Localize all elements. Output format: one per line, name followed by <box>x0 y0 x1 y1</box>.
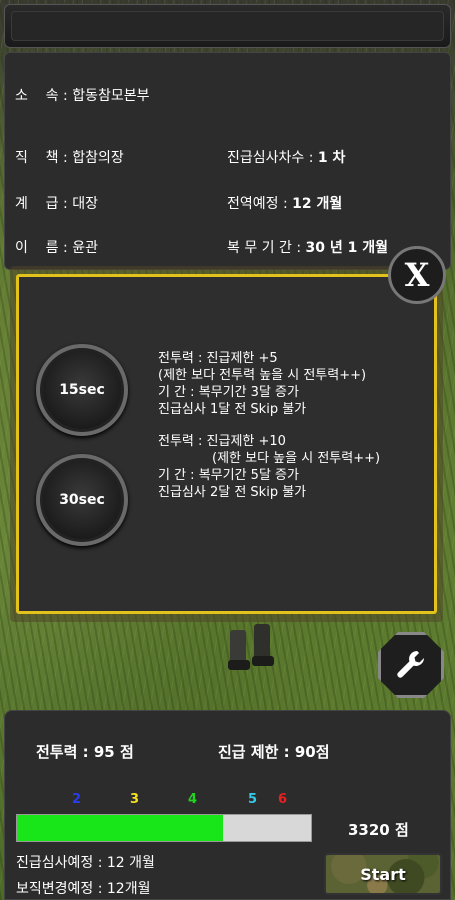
rank-row: 계 급 : 대장 <box>15 193 98 213</box>
position-row: 직 책 : 합참의장 <box>15 147 124 167</box>
promotion-limit: 진급 제한 : 90점 <box>218 743 330 761</box>
soldier-boots <box>228 624 274 670</box>
top-bar <box>4 4 451 48</box>
marker-5: 5 <box>248 792 258 807</box>
top-bar-inner <box>11 11 444 41</box>
discharge-row: 전역예정 : 12 개월 <box>227 193 342 213</box>
option1-line4: 진급심사 1달 전 Skip 불가 <box>158 402 307 417</box>
wrench-icon <box>397 651 424 678</box>
review-round-row: 진급심사차수 : 1 차 <box>227 147 345 167</box>
close-button[interactable]: X <box>388 246 446 304</box>
service-row: 복 무 기 간 : 30 년 1 개월 <box>227 237 388 257</box>
marker-3: 3 <box>130 792 140 807</box>
affiliation-value: 합동참모본부 <box>72 88 150 104</box>
rank-label: 계 급 : <box>15 196 68 212</box>
option2-description: 전투력 : 진급제한 +10 (제한 보다 높을 시 전투력++) 기 간 : … <box>158 433 380 501</box>
position-label: 직 책 : <box>15 150 68 166</box>
combat-progress-fill <box>17 815 223 841</box>
skip-15sec-button[interactable]: 15sec <box>36 344 128 436</box>
affiliation-row: 소 속 : 합동참모본부 <box>15 85 149 105</box>
affiliation-label: 소 속 : <box>15 88 68 104</box>
option1-line3: 기 간 : 복무기간 3달 증가 <box>158 385 299 400</box>
skip-30sec-label: 30sec <box>59 492 105 508</box>
rank-value: 대장 <box>72 196 98 212</box>
option2-line3: 기 간 : 복무기간 5달 증가 <box>158 468 299 483</box>
review-schedule: 진급심사예정 : 12 개월 <box>16 855 155 871</box>
position-value: 합참의장 <box>72 150 124 166</box>
marker-6: 6 <box>278 792 288 807</box>
combat-progress-bar <box>16 814 312 842</box>
marker-2: 2 <box>72 792 82 807</box>
discharge-label: 전역예정 : <box>227 196 288 212</box>
skip-30sec-button[interactable]: 30sec <box>36 454 128 546</box>
marker-4: 4 <box>188 792 198 807</box>
name-row: 이 름 : 윤관 <box>15 237 98 257</box>
skip-15sec-label: 15sec <box>59 382 105 398</box>
settings-button[interactable] <box>378 632 444 698</box>
review-round-value: 1 차 <box>317 150 346 166</box>
combat-power: 전투력 : 95 점 <box>36 743 134 761</box>
service-value: 30 년 1 개월 <box>305 240 389 256</box>
start-label: Start <box>360 864 406 884</box>
name-label: 이 름 : <box>15 240 68 256</box>
option1-line1: 전투력 : 진급제한 +5 <box>158 351 278 366</box>
soldier-info-panel: 소 속 : 합동참모본부 직 책 : 합참의장 진급심사차수 : 1 차 계 급… <box>4 52 451 270</box>
option1-description: 전투력 : 진급제한 +5 (제한 보다 전투력 높을 시 전투력++) 기 간… <box>158 350 366 418</box>
name-value: 윤관 <box>72 240 98 256</box>
option1-line2: (제한 보다 전투력 높을 시 전투력++) <box>158 368 367 383</box>
option2-line4: 진급심사 2달 전 Skip 불가 <box>158 485 307 500</box>
assignment-change: 보직변경예정 : 12개월 <box>16 881 151 897</box>
service-label: 복 무 기 간 : <box>227 240 302 256</box>
start-button[interactable]: Start <box>324 853 442 895</box>
discharge-value: 12 개월 <box>292 196 343 212</box>
close-icon: X <box>404 256 430 294</box>
review-round-label: 진급심사차수 : <box>227 150 314 166</box>
option2-line1: 전투력 : 진급제한 +10 <box>158 434 286 449</box>
option2-line2: (제한 보다 높을 시 전투력++) <box>212 451 381 466</box>
score: 3320 점 <box>348 821 409 839</box>
